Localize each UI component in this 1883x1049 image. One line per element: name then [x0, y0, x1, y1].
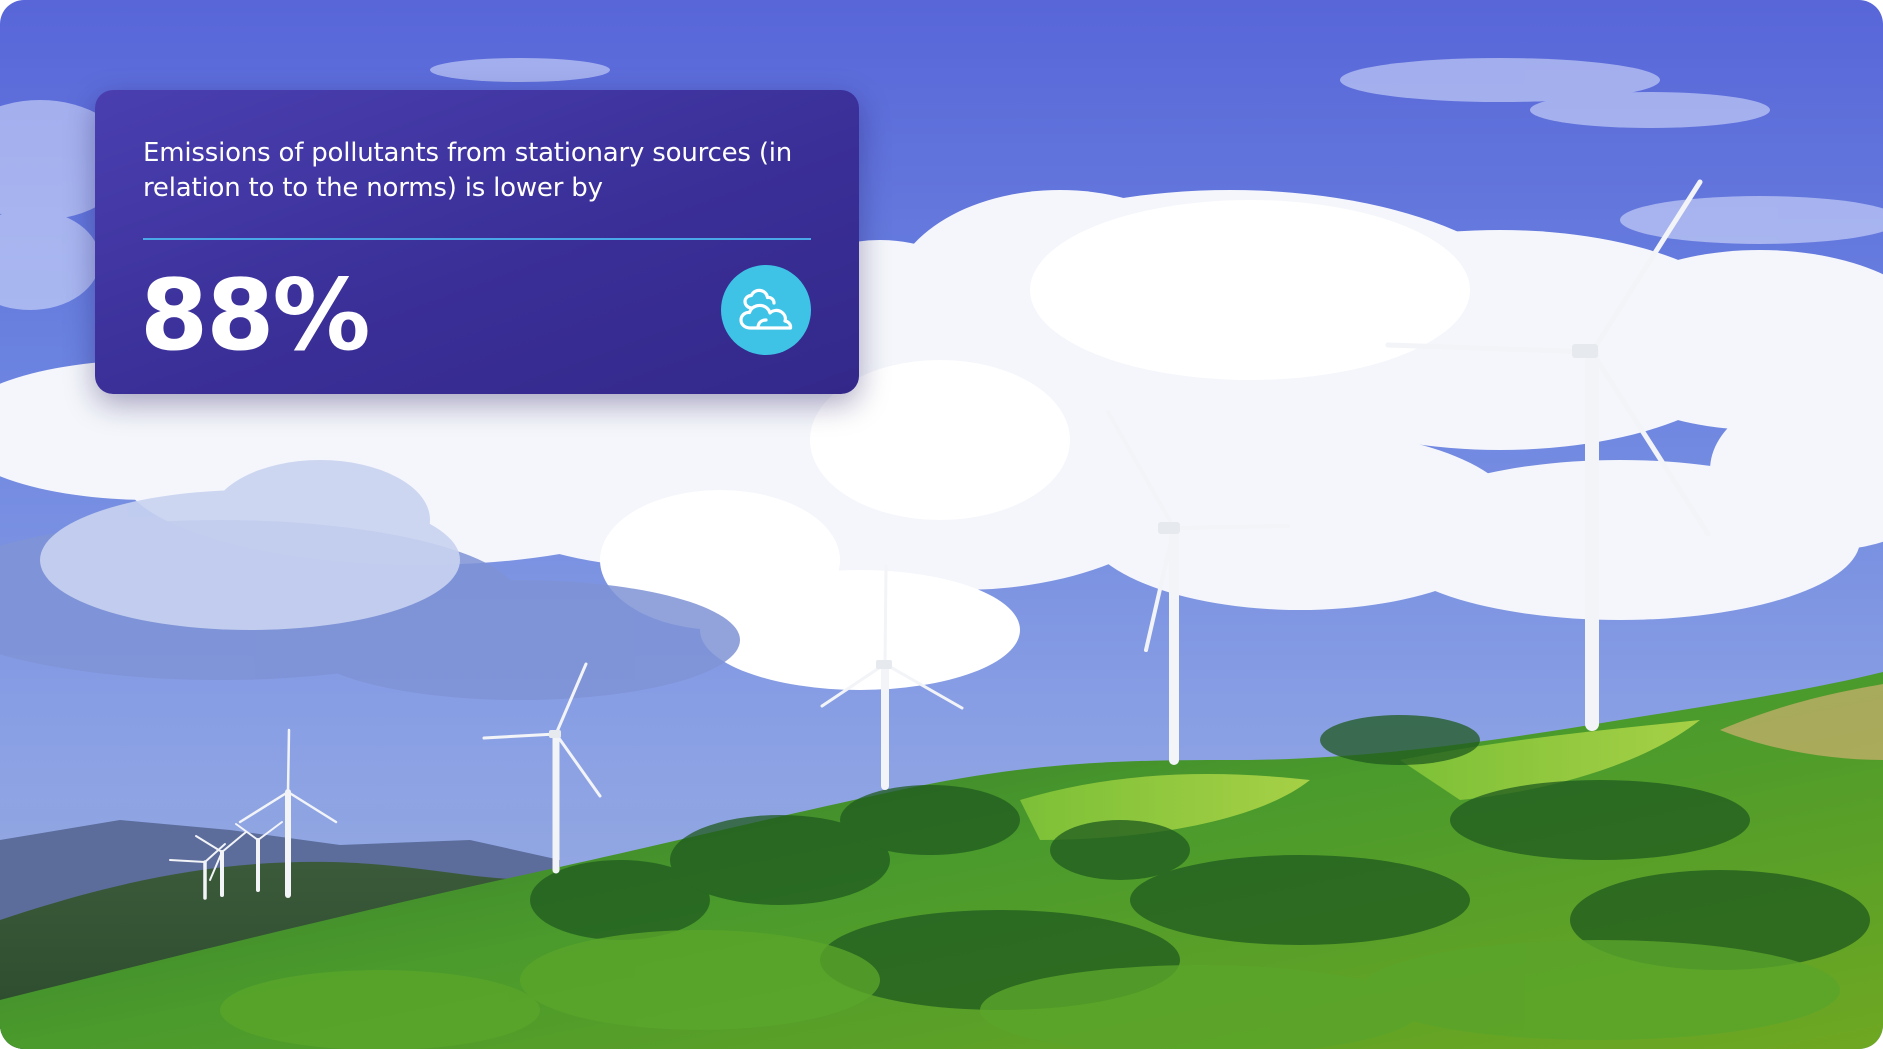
- hero-banner: Emissions of pollutants from stationary …: [0, 0, 1883, 1049]
- clouds-icon: [739, 288, 793, 330]
- emissions-stat-card: Emissions of pollutants from stationary …: [95, 90, 859, 394]
- stat-row: 88%: [140, 259, 811, 378]
- stat-divider: [143, 238, 811, 240]
- cloud-badge: [721, 265, 811, 355]
- stat-value: 88%: [140, 259, 371, 373]
- stat-caption: Emissions of pollutants from stationary …: [143, 138, 793, 203]
